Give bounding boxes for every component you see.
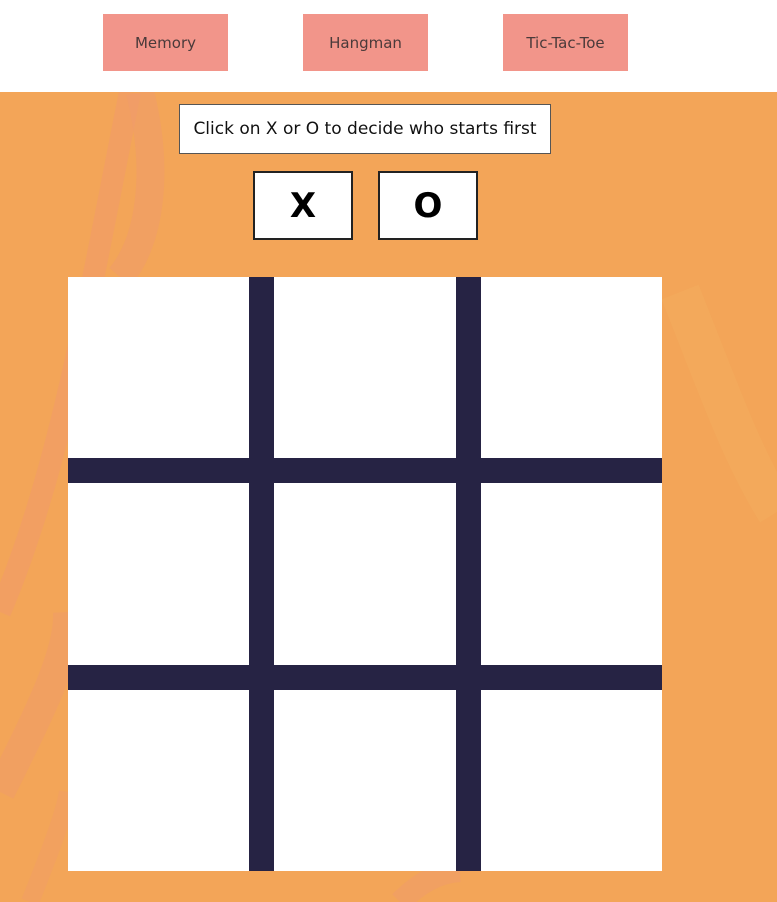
x-label: X bbox=[289, 185, 317, 226]
board-cell-4[interactable] bbox=[68, 483, 249, 665]
board-cell-2[interactable] bbox=[274, 277, 456, 458]
hangman-game-button[interactable]: Hangman bbox=[303, 14, 428, 71]
board-cell-5[interactable] bbox=[274, 483, 456, 665]
choose-x-button[interactable]: X bbox=[253, 171, 353, 240]
board-cell-9[interactable] bbox=[481, 690, 662, 871]
o-label: O bbox=[413, 185, 443, 226]
start-instruction: Click on X or O to decide who starts fir… bbox=[179, 104, 551, 154]
board-cell-1[interactable] bbox=[68, 277, 249, 458]
top-nav-bar: Memory Hangman Tic-Tac-Toe bbox=[0, 0, 777, 92]
tic-tac-toe-game-button[interactable]: Tic-Tac-Toe bbox=[503, 14, 628, 71]
board-cell-8[interactable] bbox=[274, 690, 456, 871]
game-area: Click on X or O to decide who starts fir… bbox=[0, 92, 777, 902]
tic-tac-toe-board bbox=[68, 277, 662, 871]
board-cell-3[interactable] bbox=[481, 277, 662, 458]
choose-o-button[interactable]: O bbox=[378, 171, 478, 240]
board-cell-7[interactable] bbox=[68, 690, 249, 871]
board-cell-6[interactable] bbox=[481, 483, 662, 665]
memory-game-button[interactable]: Memory bbox=[103, 14, 228, 71]
